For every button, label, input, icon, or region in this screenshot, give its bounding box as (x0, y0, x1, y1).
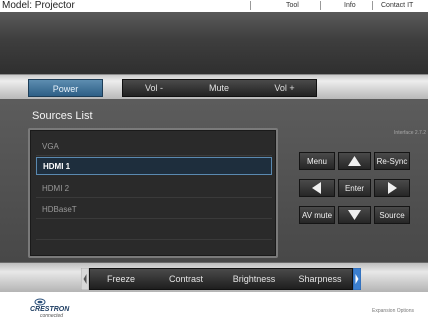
top-header: Model: Projector Tool Info Contact IT He… (0, 0, 428, 21)
menu-button[interactable]: Menu (299, 152, 335, 170)
divider (372, 1, 373, 10)
brightness-button[interactable]: Brightness (220, 269, 288, 289)
header-banner (0, 12, 428, 74)
enter-button[interactable]: Enter (338, 179, 371, 197)
control-strip: Power Vol - Mute Vol + (0, 74, 428, 100)
scroll-right-icon[interactable] (353, 268, 361, 290)
divider (250, 1, 251, 10)
resync-button[interactable]: Re-Sync (374, 152, 410, 170)
down-arrow-icon (348, 210, 361, 220)
up-arrow-icon (348, 156, 361, 166)
interface-version: Interface 2.7.2 (394, 130, 426, 136)
right-arrow-icon (388, 182, 397, 194)
left-arrow-icon (312, 182, 321, 194)
scroll-left-icon[interactable] (81, 268, 89, 290)
source-item-empty (36, 222, 272, 240)
expansion-options-link[interactable]: Expansion Options (372, 308, 414, 314)
crestron-logo: CRESTRON connected (30, 298, 70, 318)
tool-link[interactable]: Tool (286, 0, 299, 12)
sources-list: VGA HDMI 1 HDMI 2 HDBaseT (28, 128, 278, 258)
mute-button[interactable]: Mute (185, 80, 253, 96)
power-button[interactable]: Power (28, 79, 103, 97)
up-button[interactable] (338, 152, 371, 170)
av-mute-button[interactable]: AV mute (299, 206, 335, 224)
left-button[interactable] (299, 179, 335, 197)
svg-text:CRESTRON: CRESTRON (30, 306, 70, 313)
info-link[interactable]: Info (344, 0, 356, 12)
model-label: Model: Projector (2, 0, 75, 11)
bottom-toolbar: Freeze Contrast Brightness Sharpness (0, 262, 428, 292)
sources-list-title: Sources List (32, 110, 93, 122)
volume-group: Vol - Mute Vol + (122, 79, 317, 97)
source-item-hdbaset[interactable]: HDBaseT (36, 201, 272, 219)
vol-plus-button[interactable]: Vol + (253, 80, 316, 96)
main-panel: Interface 2.7.2 Sources List VGA HDMI 1 … (0, 100, 428, 262)
contrast-button[interactable]: Contrast (152, 269, 220, 289)
source-item-vga[interactable]: VGA (36, 138, 272, 156)
image-adjust-group: Freeze Contrast Brightness Sharpness (89, 268, 353, 290)
down-button[interactable] (338, 206, 371, 224)
svg-text:connected: connected (40, 313, 63, 318)
source-item-hdmi-1[interactable]: HDMI 1 (36, 157, 272, 175)
freeze-button[interactable]: Freeze (90, 269, 152, 289)
sharpness-button[interactable]: Sharpness (288, 269, 352, 289)
source-button[interactable]: Source (374, 206, 410, 224)
source-item-hdmi-2[interactable]: HDMI 2 (36, 180, 272, 198)
vol-minus-button[interactable]: Vol - (123, 80, 185, 96)
footer: CRESTRON connected Expansion Options (0, 292, 428, 320)
right-button[interactable] (374, 179, 410, 197)
divider (320, 1, 321, 10)
